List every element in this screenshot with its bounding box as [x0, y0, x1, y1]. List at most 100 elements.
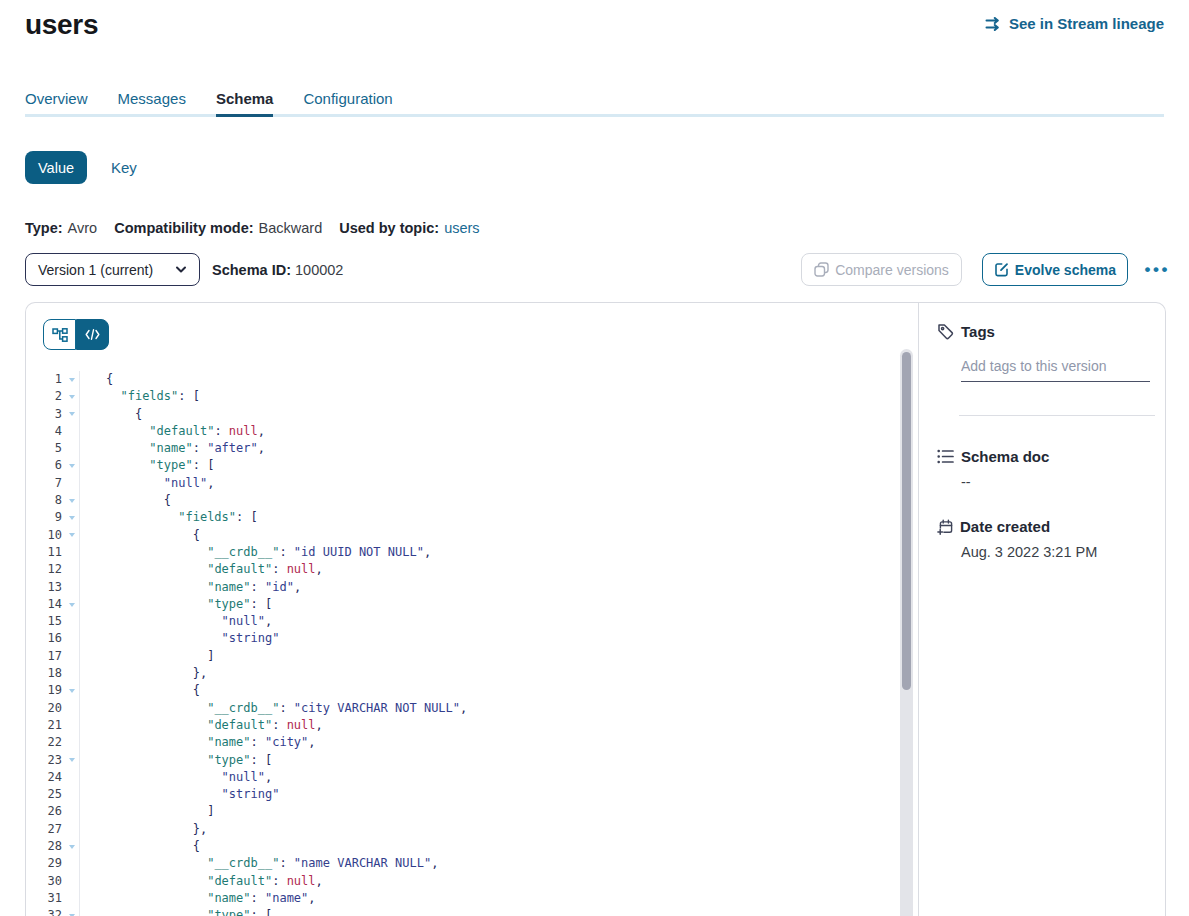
evolve-schema-button[interactable]: Evolve schema	[982, 253, 1128, 286]
fold-toggle-icon[interactable]	[62, 907, 79, 916]
schema-sidebar: Tags Schema doc -- Date created	[919, 303, 1165, 916]
fold-toggle-icon[interactable]	[62, 838, 79, 855]
code-line: 17 ]	[26, 648, 892, 665]
line-number: 30	[26, 873, 62, 890]
line-number: 20	[26, 700, 62, 717]
fold-toggle-icon[interactable]	[62, 388, 79, 405]
code-line: 10 {	[26, 527, 892, 544]
code-text: {	[79, 406, 142, 423]
code-text: ]	[79, 648, 214, 665]
line-number: 16	[26, 630, 62, 647]
more-actions-button[interactable]: •••	[1142, 260, 1164, 280]
tab-messages[interactable]: Messages	[118, 90, 186, 117]
version-select[interactable]: Version 1 (current)	[25, 253, 200, 286]
code-view-button[interactable]	[76, 319, 109, 350]
fold-toggle-icon[interactable]	[62, 457, 79, 474]
line-number: 10	[26, 527, 62, 544]
code-text: {	[79, 492, 171, 509]
compare-versions-label: Compare versions	[835, 262, 949, 278]
fold-spacer	[62, 873, 79, 890]
page-title: users	[25, 8, 98, 42]
tags-title: Tags	[961, 323, 995, 340]
fold-toggle-icon[interactable]	[62, 527, 79, 544]
code-line: 30 "default": null,	[26, 873, 892, 890]
code-line: 6 "type": [	[26, 457, 892, 474]
fold-toggle-icon[interactable]	[62, 752, 79, 769]
tree-view-button[interactable]	[43, 319, 76, 350]
line-number: 31	[26, 890, 62, 907]
topic-link[interactable]: users	[444, 220, 479, 236]
code-text: "null",	[79, 475, 214, 492]
fold-toggle-icon[interactable]	[62, 492, 79, 509]
code-text: "__crdb__": "city VARCHAR NOT NULL",	[79, 700, 467, 717]
code-line: 25 "string"	[26, 786, 892, 803]
fold-spacer	[62, 475, 79, 492]
code-line: 3 {	[26, 406, 892, 423]
schema-page: users See in Stream lineage Overview Mes…	[0, 0, 1189, 916]
value-toggle-button[interactable]: Value	[25, 151, 87, 184]
schema-id: Schema ID: 100002	[212, 262, 343, 278]
line-number: 14	[26, 596, 62, 613]
tag-icon	[937, 323, 954, 340]
fold-toggle-icon[interactable]	[62, 509, 79, 526]
code-text: "null",	[79, 613, 272, 630]
fold-spacer	[62, 423, 79, 440]
code-text: {	[79, 682, 200, 699]
line-number: 25	[26, 786, 62, 803]
tab-bar: Overview Messages Schema Configuration	[25, 90, 1164, 117]
code-text: "default": null,	[79, 717, 323, 734]
tags-section-header: Tags	[937, 323, 1149, 340]
editor-mode-toggle	[43, 319, 109, 350]
compare-versions-button[interactable]: Compare versions	[801, 253, 962, 286]
line-number: 17	[26, 648, 62, 665]
fold-toggle-icon[interactable]	[62, 596, 79, 613]
fold-spacer	[62, 821, 79, 838]
code-view-icon	[85, 329, 100, 340]
code-line: 19 {	[26, 682, 892, 699]
list-icon	[937, 449, 954, 464]
fold-spacer	[62, 890, 79, 907]
fold-spacer	[62, 440, 79, 457]
editor-scrollbar-thumb[interactable]	[902, 352, 911, 690]
code-line: 29 "__crdb__": "name VARCHAR NULL",	[26, 855, 892, 872]
version-toolbar: Version 1 (current) Schema ID: 100002 Co…	[25, 253, 1164, 286]
code-text: "name": "name",	[79, 890, 316, 907]
code-line: 20 "__crdb__": "city VARCHAR NOT NULL",	[26, 700, 892, 717]
code-line: 21 "default": null,	[26, 717, 892, 734]
type-label: Type:	[25, 220, 63, 236]
code-line: 23 "type": [	[26, 752, 892, 769]
code-line: 16 "string"	[26, 630, 892, 647]
compare-versions-icon	[814, 262, 829, 277]
fold-spacer	[62, 648, 79, 665]
tab-schema[interactable]: Schema	[216, 90, 274, 117]
code-text: "string"	[79, 786, 279, 803]
code-editor[interactable]: 1{2 "fields": [3 {4 "default": null,5 "n…	[26, 371, 892, 916]
code-text: "type": [	[79, 752, 272, 769]
line-number: 28	[26, 838, 62, 855]
code-line: 15 "null",	[26, 613, 892, 630]
key-toggle-button[interactable]: Key	[87, 151, 137, 184]
fold-toggle-icon[interactable]	[62, 371, 79, 388]
fold-toggle-icon[interactable]	[62, 406, 79, 423]
fold-spacer	[62, 613, 79, 630]
code-text: },	[79, 665, 207, 682]
fold-spacer	[62, 630, 79, 647]
stream-lineage-link[interactable]: See in Stream lineage	[985, 15, 1164, 32]
code-text: "default": null,	[79, 561, 323, 578]
code-text: "null",	[79, 769, 272, 786]
line-number: 12	[26, 561, 62, 578]
tab-overview[interactable]: Overview	[25, 90, 88, 117]
line-number: 8	[26, 492, 62, 509]
sidebar-divider	[959, 415, 1155, 416]
line-number: 3	[26, 406, 62, 423]
fold-spacer	[62, 579, 79, 596]
line-number: 15	[26, 613, 62, 630]
tags-input[interactable]	[961, 358, 1150, 382]
line-number: 29	[26, 855, 62, 872]
fold-spacer	[62, 803, 79, 820]
fold-toggle-icon[interactable]	[62, 682, 79, 699]
fold-spacer	[62, 544, 79, 561]
value-key-toggle: Value Key	[25, 151, 1164, 184]
tab-configuration[interactable]: Configuration	[303, 90, 392, 117]
line-number: 4	[26, 423, 62, 440]
